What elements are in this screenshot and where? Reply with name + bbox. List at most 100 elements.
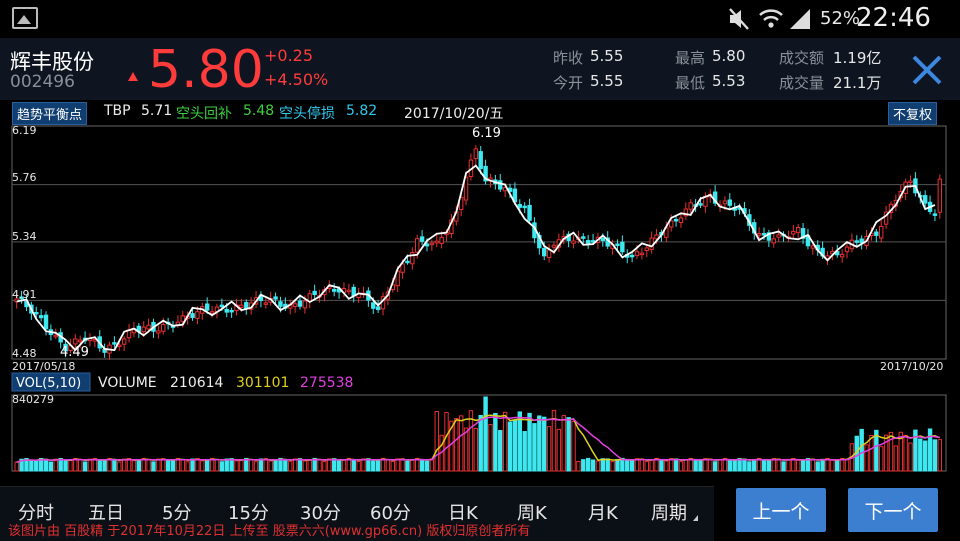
candle-body	[776, 234, 781, 238]
volume-bar	[351, 459, 356, 472]
volume-bar	[576, 460, 581, 472]
volume-bar	[356, 461, 361, 472]
volume-bar	[776, 458, 781, 472]
candle-body	[331, 288, 337, 292]
volume-bar	[239, 459, 244, 472]
candle-body	[405, 260, 410, 264]
candle-body	[302, 300, 308, 309]
volume-bar	[97, 460, 102, 472]
volume-bar	[546, 426, 552, 472]
candle-body	[156, 330, 161, 334]
volume-bar	[727, 459, 733, 472]
candle-body	[346, 289, 352, 293]
volume-bar	[273, 459, 278, 472]
candle-body	[795, 227, 801, 234]
volume-bar	[117, 461, 122, 472]
volume-value: 210614	[170, 375, 224, 391]
volume-bar	[786, 458, 791, 472]
high-annotation: 6.19	[472, 126, 501, 141]
vol-ma10-value: 275538	[300, 375, 353, 391]
volume-bar	[766, 460, 772, 472]
volume-bar	[571, 420, 576, 472]
volume-bar	[541, 416, 547, 472]
volume-bar	[610, 461, 615, 472]
volume-bar	[180, 458, 185, 472]
candle-body	[121, 338, 127, 345]
candle-body	[478, 151, 483, 170]
volume-bar	[463, 427, 469, 472]
volume-bar	[595, 460, 601, 472]
volume-bar	[498, 430, 503, 472]
volume-bar	[234, 460, 239, 472]
volume-bar	[322, 461, 327, 472]
volume-bar	[835, 460, 840, 472]
candle-body	[424, 243, 430, 247]
volume-bar	[605, 458, 610, 472]
volume-bar	[331, 458, 337, 472]
volume-bar	[385, 459, 391, 472]
candle-body	[879, 225, 884, 239]
candle-body	[522, 205, 527, 209]
volume-bar	[429, 458, 435, 472]
volume-bar	[224, 458, 229, 472]
volume-bar	[29, 460, 34, 472]
volume-bar	[903, 434, 908, 472]
candle-body	[688, 202, 693, 210]
candle-body	[77, 339, 83, 343]
volume-bar	[473, 427, 479, 472]
prev-stock-button[interactable]: 上一个	[736, 488, 826, 532]
volume-bar	[664, 460, 669, 472]
candle-body	[581, 236, 586, 239]
vol-tag[interactable]: VOL(5,10)	[16, 376, 81, 391]
volume-bar	[493, 412, 498, 472]
candle-body	[117, 344, 122, 348]
volume-bar	[483, 396, 488, 472]
candle-body	[224, 308, 229, 313]
tab-monthly[interactable]: 月K	[588, 499, 618, 525]
candle-body	[908, 180, 913, 184]
candle-body	[297, 300, 303, 307]
candle-body	[161, 324, 166, 332]
volume-bar	[693, 459, 698, 472]
volume-bar	[136, 459, 142, 472]
tab-period[interactable]: 周期	[651, 499, 687, 525]
candle-body	[634, 251, 640, 256]
volume-bar	[585, 457, 591, 472]
candle-body	[38, 315, 44, 319]
volume-bar	[937, 439, 943, 472]
candle-body	[874, 231, 879, 236]
volume-label: VOLUME	[98, 375, 157, 391]
volume-bar	[488, 424, 493, 472]
volume-bar	[424, 460, 430, 472]
volume-bar	[34, 459, 39, 472]
candle-body	[239, 304, 244, 308]
volume-bar	[361, 458, 366, 472]
volume-bar	[918, 438, 923, 472]
next-stock-button[interactable]: 下一个	[848, 488, 938, 532]
volume-bar	[712, 461, 718, 472]
candle-body	[439, 236, 444, 244]
volume-bar	[932, 439, 938, 472]
volume-bar	[600, 458, 606, 472]
volume-bar	[478, 414, 483, 472]
volume-bar	[292, 458, 298, 472]
y-tick-label: 5.76	[12, 171, 37, 184]
candle-body	[551, 244, 557, 248]
volume-bar	[214, 458, 220, 472]
kline-chart[interactable]: 6.19 5.76 5.34 4.91 4.48 6.19 4.49 2017/…	[0, 0, 960, 486]
volume-bar	[590, 459, 596, 472]
volume-bar	[283, 459, 288, 472]
volume-bar	[908, 442, 913, 472]
volume-bar	[893, 445, 899, 472]
volume-bar	[781, 461, 786, 472]
volume-bar	[77, 458, 83, 472]
volume-bar	[146, 458, 151, 472]
volume-bar	[68, 459, 73, 472]
candle-body	[673, 218, 679, 222]
candle-body	[722, 200, 728, 205]
x-end-label: 2017/10/20	[880, 360, 943, 373]
period-dropdown-icon[interactable]	[693, 515, 698, 521]
volume-bar	[517, 411, 522, 472]
candle-body	[810, 245, 816, 249]
volume-bar	[708, 458, 713, 472]
